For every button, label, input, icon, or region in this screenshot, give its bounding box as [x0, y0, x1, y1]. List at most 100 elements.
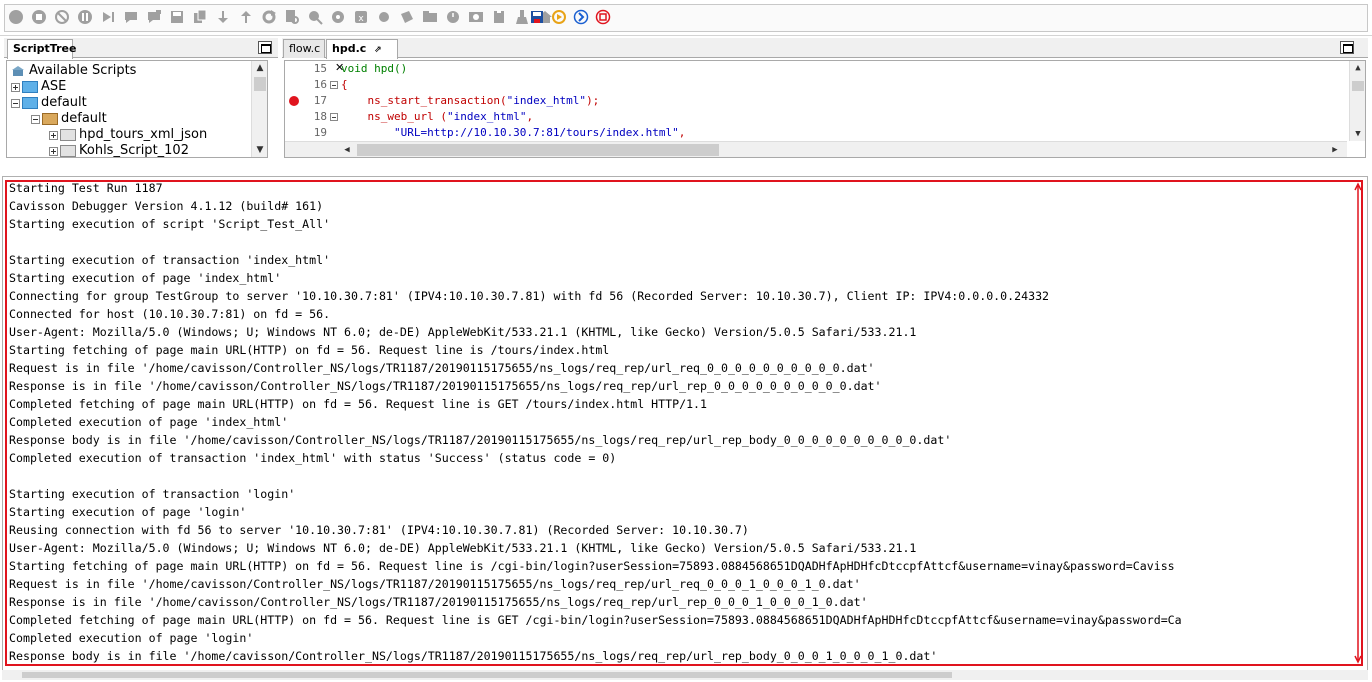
code-line[interactable]: 17 ns_start_transaction("index_html");	[285, 93, 1347, 109]
comment-icon[interactable]	[123, 9, 139, 25]
scroll-down-icon[interactable]: ▼	[252, 143, 267, 157]
save-icon[interactable]	[169, 9, 185, 25]
code-token: "index_html"	[506, 94, 587, 107]
folder-icon	[22, 97, 38, 109]
tag-icon[interactable]	[399, 9, 415, 25]
start-icon[interactable]	[8, 9, 24, 25]
code-token: ,	[678, 126, 686, 139]
folder-icon[interactable]	[422, 9, 438, 25]
scroll-left-icon[interactable]: ◀	[339, 143, 355, 157]
code-line[interactable]: 16 {	[285, 77, 1347, 93]
pause-icon[interactable]	[77, 9, 93, 25]
maximize-icon[interactable]	[1340, 41, 1354, 54]
script-tree-scrollbar[interactable]: ▲ ▼	[251, 61, 267, 157]
console-line: Starting execution of transaction 'login…	[9, 487, 296, 501]
code-text: ns_web_url ("index_html",	[341, 109, 533, 125]
tab-hpd-c[interactable]: hpd.c ⇗ ✕	[326, 39, 398, 74]
timer-icon[interactable]	[445, 9, 461, 25]
expand-icon[interactable]	[49, 146, 58, 156]
paste-icon[interactable]	[491, 9, 507, 25]
scroll-thumb[interactable]	[254, 77, 266, 91]
tab-script-tree[interactable]: ScriptTree	[7, 39, 76, 59]
expand-icon[interactable]	[11, 82, 20, 92]
refresh-icon[interactable]	[261, 9, 277, 25]
console-line: Starting execution of page 'login'	[9, 505, 247, 519]
replay-icon[interactable]	[551, 9, 567, 25]
console-scroll-indicator[interactable]	[1354, 182, 1362, 664]
line-number: 19	[313, 126, 327, 139]
scripts-root-icon	[11, 65, 25, 77]
fold-icon[interactable]	[330, 113, 338, 121]
console-line: Completed execution of page 'index_html'	[9, 415, 289, 429]
code-text: void hpd()	[341, 61, 407, 77]
console-line: Request is in file '/home/cavisson/Contr…	[9, 577, 861, 591]
comment-block-icon[interactable]	[146, 9, 162, 25]
script-tree: Available Scripts ASE default default hpd_to…	[6, 60, 268, 158]
record-icon[interactable]	[376, 9, 392, 25]
line-number: 16	[313, 78, 327, 91]
tab-label: flow.c	[289, 42, 321, 55]
tree-item[interactable]: Kohls_Script_102	[49, 143, 189, 157]
scroll-up-icon[interactable]: ▲	[252, 61, 267, 75]
abort-icon[interactable]	[54, 9, 70, 25]
code-line[interactable]: 19 "URL=http://10.10.30.7:81/tours/index…	[285, 125, 1347, 141]
code-horizontal-scrollbar[interactable]: ◀ ▶	[285, 141, 1347, 157]
code-token: ,	[526, 110, 534, 123]
pin-icon[interactable]: ⇗	[374, 45, 382, 55]
toolbar-strip	[4, 4, 1368, 32]
scroll-thumb[interactable]	[1352, 81, 1364, 91]
save-as-icon[interactable]	[529, 9, 545, 25]
settings-icon[interactable]	[330, 9, 346, 25]
code-token: {	[341, 78, 348, 91]
terminate-icon[interactable]	[595, 9, 611, 25]
console-line: Response is in file '/home/cavisson/Cont…	[9, 379, 882, 393]
scroll-right-icon[interactable]: ▶	[1327, 143, 1343, 157]
folder-icon	[60, 129, 76, 141]
scroll-up-icon[interactable]: ▲	[1350, 61, 1365, 75]
maximize-icon[interactable]	[258, 41, 272, 54]
image-icon[interactable]	[468, 9, 484, 25]
folder-icon	[60, 145, 76, 157]
tab-label: hpd.c	[332, 42, 367, 55]
tree-item[interactable]: ASE	[11, 79, 66, 95]
editor-tabbar: flow.c hpd.c ⇗ ✕	[282, 38, 1368, 74]
search-document-icon[interactable]	[284, 9, 300, 25]
code-line[interactable]: 18 ns_web_url ("index_html",	[285, 109, 1347, 125]
console-output[interactable]: Starting Test Run 1187 Cavisson Debugger …	[2, 176, 1368, 672]
tree-item[interactable]: default	[11, 95, 87, 111]
code-editor[interactable]: 15 void hpd() 16 {17 ns_start_transaction("…	[284, 60, 1366, 158]
console-line: Starting execution of transaction 'index…	[9, 253, 331, 267]
scroll-down-icon[interactable]: ▼	[1350, 127, 1365, 141]
tree-item[interactable]: default	[31, 111, 107, 127]
code-line[interactable]: 15 void hpd()	[285, 61, 1347, 77]
expand-icon[interactable]	[49, 130, 58, 140]
tree-item-label: hpd_tours_xml_json	[79, 127, 208, 142]
line-number: 18	[313, 110, 327, 123]
step-icon[interactable]	[100, 9, 116, 25]
console-line: Completed execution of transaction 'inde…	[9, 451, 617, 465]
collapse-icon[interactable]	[31, 114, 40, 124]
scroll-thumb[interactable]	[357, 144, 719, 156]
collapse-icon[interactable]	[11, 98, 20, 108]
clean-icon[interactable]	[514, 9, 530, 25]
scroll-thumb[interactable]	[22, 672, 952, 678]
console-line: Starting Test Run 1187	[9, 181, 163, 195]
script-tree-panel: ScriptTree Available Scripts ASE default de…	[4, 38, 278, 164]
code-vertical-scrollbar[interactable]: ▲ ▼	[1349, 61, 1365, 141]
code-text: ns_start_transaction("index_html");	[341, 93, 599, 109]
console-line: Completed fetching of page main URL(HTTP…	[9, 613, 1182, 627]
console-horizontal-scrollbar[interactable]	[2, 670, 1368, 680]
code-text: "URL=http://10.10.30.7:81/tours/index.ht…	[341, 125, 685, 141]
move-down-icon[interactable]	[215, 9, 231, 25]
tree-item[interactable]: Available Scripts	[11, 63, 136, 79]
find-icon[interactable]	[307, 9, 323, 25]
copy-icon[interactable]	[192, 9, 208, 25]
tree-item[interactable]: hpd_tours_xml_json	[49, 127, 207, 143]
tab-flow-c[interactable]: flow.c	[283, 39, 325, 58]
console-line: Response body is in file '/home/cavisson…	[9, 433, 952, 447]
fold-icon[interactable]	[330, 81, 338, 89]
stop-icon[interactable]	[31, 9, 47, 25]
variables-icon[interactable]: x	[353, 9, 369, 25]
step-over-icon[interactable]	[573, 9, 589, 25]
move-up-icon[interactable]	[238, 9, 254, 25]
